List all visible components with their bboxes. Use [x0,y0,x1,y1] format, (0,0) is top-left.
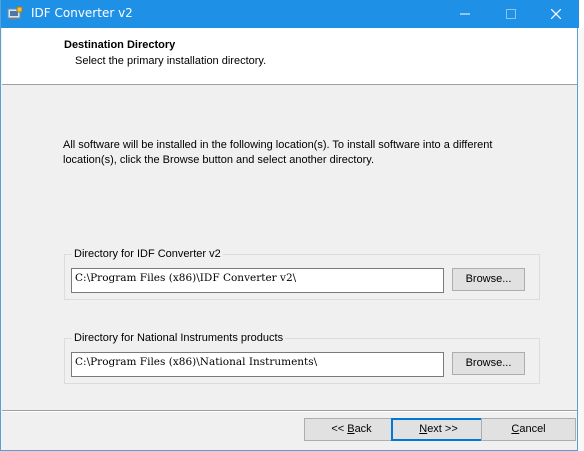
close-icon [550,8,562,20]
window-title: IDF Converter v2 [31,6,133,20]
background-window-edge [578,28,584,451]
back-button[interactable]: << Back [304,418,399,441]
next-label-suffix: ext >> [427,423,458,435]
national-instruments-directory-field[interactable]: C:\Program Files (x86)\National Instrume… [71,352,444,377]
back-hotkey: B [347,423,355,435]
group-label: Directory for National Instruments produ… [72,332,286,344]
idf-converter-directory-group: Directory for IDF Converter v2 C:\Progra… [64,248,540,300]
installer-app-icon [7,6,23,22]
group-label: Directory for IDF Converter v2 [72,248,223,260]
browse-button[interactable]: Browse... [452,268,525,291]
next-hotkey: N [419,423,428,435]
close-button[interactable] [533,0,579,28]
footer-divider [2,410,577,412]
idf-converter-directory-field[interactable]: C:\Program Files (x86)\IDF Converter v2\ [71,268,444,293]
back-label-prefix: << [331,423,348,435]
cancel-button[interactable]: Cancel [481,418,576,441]
page-header: Destination Directory Select the primary… [2,28,577,85]
page-title: Destination Directory [64,39,176,51]
cancel-label-suffix: ancel [519,423,546,435]
browse-button[interactable]: Browse... [452,352,525,375]
title-bar[interactable]: IDF Converter v2 [1,0,579,28]
maximize-icon [506,9,516,19]
back-label-suffix: ack [354,423,372,435]
installer-window: IDF Converter v2 Destination Directory S… [0,0,579,451]
national-instruments-directory-group: Directory for National Instruments produ… [64,332,540,384]
minimize-button[interactable] [442,0,488,28]
next-button[interactable]: Next >> [391,418,486,441]
page-subtitle: Select the primary installation director… [75,55,267,67]
minimize-icon [460,13,470,15]
instructions-text: All software will be installed in the fo… [63,139,493,166]
maximize-button[interactable] [488,0,534,28]
